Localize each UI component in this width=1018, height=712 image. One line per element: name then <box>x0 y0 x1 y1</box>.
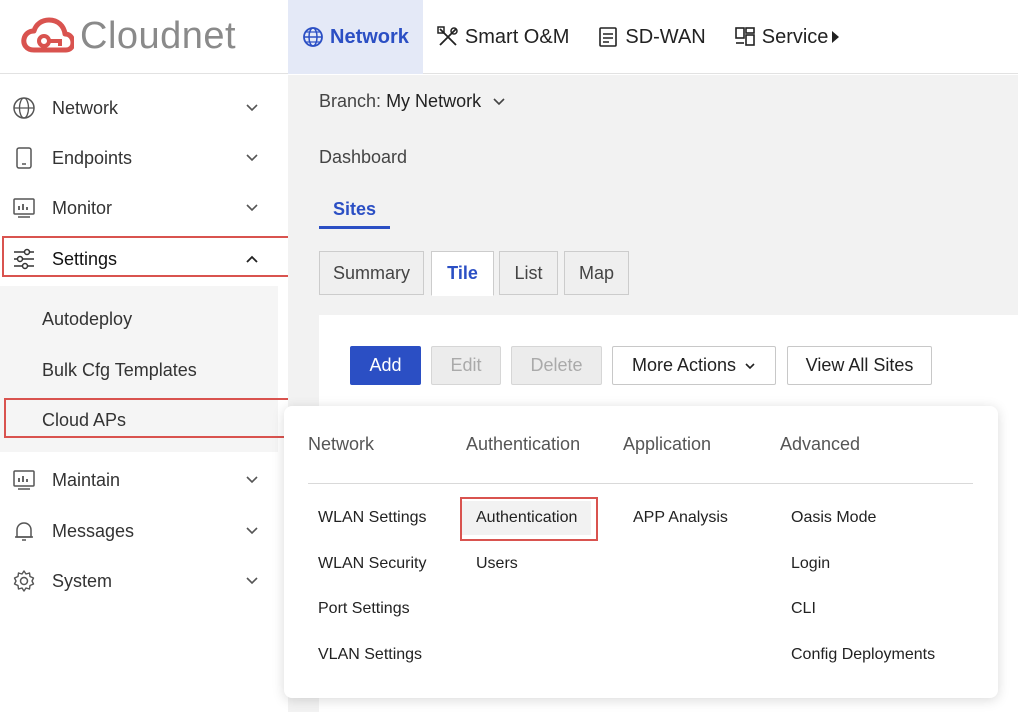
branch-selector[interactable]: Branch: My Network <box>319 91 481 112</box>
cloud-logo-icon <box>21 17 74 53</box>
top-nav: Network Smart O&M SD-WAN Service <box>288 0 853 74</box>
sidebar-item-label: Monitor <box>52 197 113 218</box>
dropdown-header-network: Network <box>308 434 375 454</box>
logo-text: Cloudnet <box>80 14 237 57</box>
globe-icon <box>13 97 35 119</box>
monitor-chart-icon <box>13 198 35 218</box>
menu-item-vlan-settings[interactable]: VLAN Settings <box>318 646 422 664</box>
submenu-item-bulk-cfg-templates[interactable]: Bulk Cfg Templates <box>42 360 197 381</box>
edit-button[interactable]: Edit <box>431 346 501 385</box>
topnav-label: SD-WAN <box>625 25 706 48</box>
breadcrumb[interactable]: Dashboard <box>319 147 407 168</box>
dashboard-icon <box>734 26 756 48</box>
sidebar-item-maintain[interactable]: Maintain <box>0 455 288 505</box>
chevron-down-icon <box>246 204 258 212</box>
sliders-icon <box>14 248 34 270</box>
logo[interactable]: Cloudnet <box>20 12 236 60</box>
menu-item-app-analysis[interactable]: APP Analysis <box>633 509 728 527</box>
menu-item-authentication[interactable]: Authentication <box>462 501 592 535</box>
dropdown-header-advanced: Advanced <box>780 434 861 454</box>
sidebar-item-monitor[interactable]: Monitor <box>0 183 288 233</box>
topnav-smart-om[interactable]: Smart O&M <box>423 0 583 74</box>
bell-icon <box>15 522 33 541</box>
sidebar-item-settings[interactable]: Settings <box>0 234 288 284</box>
menu-item-login[interactable]: Login <box>791 555 830 573</box>
chevron-down-icon <box>246 154 258 162</box>
sidebar-item-label: System <box>52 570 113 591</box>
tab-sites[interactable]: Sites <box>319 189 390 229</box>
topnav-label: Service <box>761 25 829 48</box>
sidebar-item-label: Endpoints <box>52 147 133 168</box>
dropdown-header-authentication: Authentication <box>466 434 581 454</box>
dropdown-divider <box>308 483 973 484</box>
topnav-sd-wan[interactable]: SD-WAN <box>583 0 719 74</box>
sidebar-item-label: Maintain <box>52 469 121 490</box>
gear-icon <box>13 570 35 592</box>
branch-label: Branch: <box>319 91 382 111</box>
topnav-label: Network <box>330 25 409 48</box>
submenu-item-cloud-aps[interactable]: Cloud APs <box>42 410 126 431</box>
topnav-label: Smart O&M <box>464 25 570 48</box>
top-bar: Cloudnet Network Smart O&M SD-WAN Servic… <box>0 0 1018 74</box>
chevron-down-icon <box>246 104 258 112</box>
caret-right-icon <box>832 31 840 43</box>
menu-item-wlan-settings[interactable]: WLAN Settings <box>318 509 426 527</box>
branch-value: My Network <box>386 91 482 111</box>
chevron-down-icon[interactable] <box>492 95 506 109</box>
subtab-map[interactable]: Map <box>564 251 629 295</box>
sidebar-item-endpoints[interactable]: Endpoints <box>0 133 288 183</box>
sidebar-item-label: Network <box>52 97 119 118</box>
globe-icon <box>302 26 324 48</box>
view-all-sites-button[interactable]: View All Sites <box>787 346 932 385</box>
subtab-list[interactable]: List <box>499 251 558 295</box>
subtab-tile[interactable]: Tile <box>431 251 494 296</box>
phone-icon <box>16 147 32 169</box>
more-actions-dropdown: Network Authentication Application Advan… <box>284 406 998 698</box>
sidebar-item-label: Messages <box>52 520 135 541</box>
subtab-summary[interactable]: Summary <box>319 251 424 295</box>
document-icon <box>597 26 619 48</box>
more-actions-label: More Actions <box>631 355 737 375</box>
menu-item-wlan-security[interactable]: WLAN Security <box>318 555 426 573</box>
delete-button[interactable]: Delete <box>511 346 602 385</box>
topnav-network[interactable]: Network <box>288 0 423 74</box>
chevron-down-icon <box>745 362 755 369</box>
tools-icon <box>437 26 459 48</box>
sidebar-item-label: Settings <box>52 248 118 269</box>
menu-item-port-settings[interactable]: Port Settings <box>318 600 410 618</box>
add-button[interactable]: Add <box>350 346 421 385</box>
menu-item-config-deployments[interactable]: Config Deployments <box>791 646 935 664</box>
submenu-item-autodeploy[interactable]: Autodeploy <box>42 309 132 330</box>
monitor-chart-icon <box>13 470 35 490</box>
menu-item-users[interactable]: Users <box>476 555 518 573</box>
topnav-service[interactable]: Service <box>720 0 854 74</box>
settings-submenu: Autodeploy Bulk Cfg Templates Cloud APs <box>0 286 278 452</box>
sidebar: Network Endpoints Monitor Settings Autod… <box>0 75 288 712</box>
chevron-down-icon <box>246 476 258 484</box>
dropdown-header-application: Application <box>623 434 712 454</box>
sidebar-item-network[interactable]: Network <box>0 83 288 133</box>
more-actions-button[interactable]: More Actions <box>612 346 776 385</box>
chevron-down-icon <box>246 577 258 585</box>
chevron-up-icon <box>246 255 258 263</box>
menu-item-cli[interactable]: CLI <box>791 600 816 618</box>
sidebar-item-messages[interactable]: Messages <box>0 506 288 556</box>
chevron-down-icon <box>246 527 258 535</box>
sidebar-item-system[interactable]: System <box>0 556 288 606</box>
menu-item-oasis-mode[interactable]: Oasis Mode <box>791 509 876 527</box>
